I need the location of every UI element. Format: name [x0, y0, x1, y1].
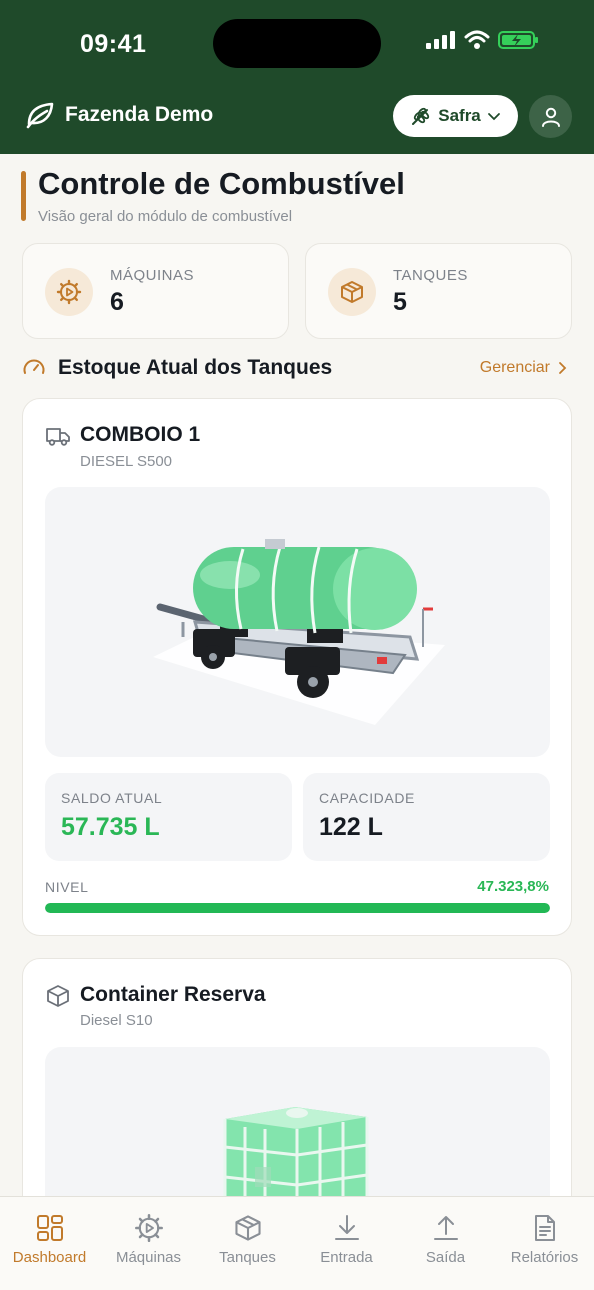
balance-value: 57.735 L — [61, 813, 160, 841]
signal-icon — [426, 31, 455, 49]
tank-card[interactable]: Container Reserva Diesel S10 — [22, 958, 572, 1218]
upload-icon — [433, 1216, 458, 1240]
tab-tanks[interactable]: Tanques — [198, 1197, 297, 1277]
tab-exit[interactable]: Saída — [396, 1197, 495, 1277]
chevron-right-icon — [559, 362, 567, 374]
stat-label: TANQUES — [393, 267, 468, 284]
stat-card-machines[interactable]: MÁQUINAS 6 — [22, 243, 289, 339]
tank-fuel-type: DIESEL S500 — [80, 453, 172, 470]
truck-icon — [46, 428, 70, 446]
container-image — [45, 1047, 550, 1217]
user-icon — [541, 107, 560, 127]
page-subtitle: Visão geral do módulo de combustível — [38, 208, 293, 225]
tab-label: Tanques — [219, 1249, 276, 1266]
tab-machines[interactable]: Máquinas — [99, 1197, 198, 1277]
dynamic-island — [213, 19, 381, 68]
gear-icon — [134, 1214, 163, 1242]
section-header: Estoque Atual dos Tanques — [22, 356, 332, 380]
stat-icon-bg — [45, 268, 93, 316]
wheat-icon — [412, 107, 430, 125]
tab-label: Saída — [425, 1249, 466, 1266]
capacity-label: CAPACIDADE — [319, 790, 415, 806]
box-icon — [341, 281, 363, 303]
tab-entry[interactable]: Entrada — [297, 1197, 396, 1277]
tank-fuel-type: Diesel S10 — [80, 1012, 153, 1029]
tab-label: Dashboard — [12, 1249, 87, 1266]
bottom-tab-bar: Dashboard Máquinas Tanques Entrada Saída… — [0, 1196, 594, 1290]
tank-card[interactable]: COMBOIO 1 DIESEL S500 SALDO ATUAL 57.735… — [22, 398, 572, 936]
brand[interactable]: Fazenda Demo — [25, 100, 213, 130]
tab-reports[interactable]: Relatórios — [495, 1197, 594, 1277]
tank-name: COMBOIO 1 — [80, 423, 201, 446]
tab-label: Máquinas — [115, 1249, 182, 1266]
box-icon — [234, 1215, 261, 1241]
stat-value: 6 — [110, 288, 124, 316]
stat-icon-bg — [328, 268, 376, 316]
level-progress-fill — [45, 903, 550, 913]
section-title: Estoque Atual dos Tanques — [58, 356, 333, 379]
dashboard-icon — [36, 1215, 63, 1241]
app-header: 09:41 Fazenda Demo Safra — [0, 0, 594, 154]
tab-label: Relatórios — [510, 1249, 579, 1266]
level-progress-bar — [45, 903, 550, 913]
page-title: Controle de Combustível — [38, 166, 405, 201]
gear-icon — [56, 279, 82, 305]
capacity-box: CAPACIDADE 122 L — [303, 773, 550, 861]
capacity-value: 122 L — [319, 813, 383, 841]
stat-card-tanks[interactable]: TANQUES 5 — [305, 243, 572, 339]
tank-trailer-image — [45, 487, 550, 757]
stat-label: MÁQUINAS — [110, 267, 195, 284]
gauge-icon — [23, 359, 45, 374]
leaf-icon — [26, 102, 54, 129]
tank-trailer-illustration — [153, 539, 445, 725]
user-avatar-button[interactable] — [529, 95, 572, 138]
ibc-container-illustration — [223, 1107, 369, 1207]
safra-label: Safra — [438, 106, 481, 125]
wifi-icon — [464, 30, 490, 49]
download-icon — [334, 1215, 359, 1240]
level-percentage: 47.323,8% — [477, 878, 549, 895]
level-label: NIVEL — [45, 879, 89, 895]
stat-value: 5 — [393, 288, 407, 316]
farm-name: Fazenda Demo — [65, 103, 214, 126]
tab-dashboard[interactable]: Dashboard — [0, 1197, 99, 1277]
status-icons — [426, 30, 540, 50]
battery-icon — [498, 31, 538, 49]
tab-label: Entrada — [320, 1249, 373, 1266]
title-accent-bar — [21, 171, 26, 221]
balance-box: SALDO ATUAL 57.735 L — [45, 773, 292, 861]
chevron-down-icon — [487, 113, 500, 121]
tank-name: Container Reserva — [80, 983, 266, 1006]
status-time: 09:41 — [80, 30, 147, 58]
box-icon — [47, 985, 69, 1007]
balance-label: SALDO ATUAL — [61, 790, 163, 806]
manage-label: Gerenciar — [479, 359, 550, 376]
manage-link[interactable]: Gerenciar — [480, 359, 568, 377]
report-icon — [534, 1215, 555, 1241]
safra-selector-button[interactable]: Safra — [393, 95, 518, 137]
